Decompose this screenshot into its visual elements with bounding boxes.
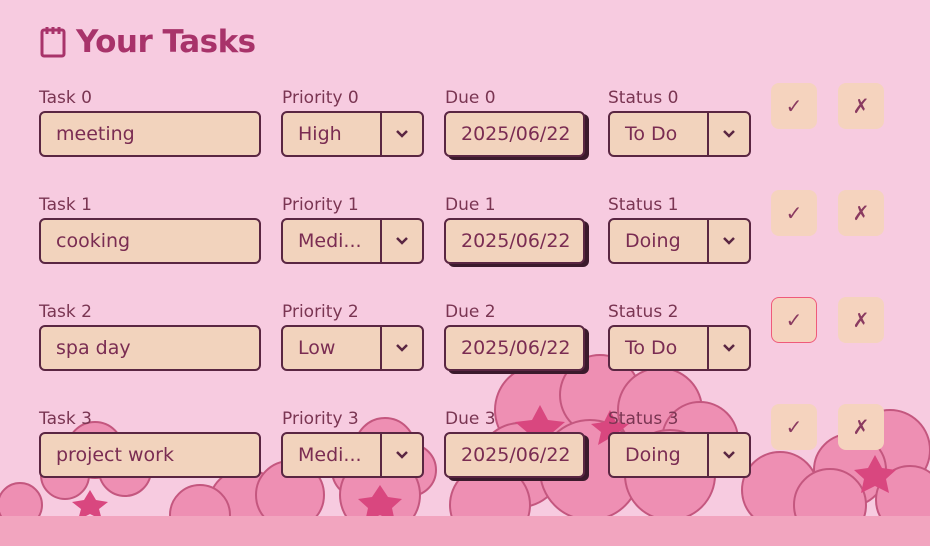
task-label: Task 2 xyxy=(39,302,92,322)
priority-label: Priority 2 xyxy=(282,302,359,322)
notepad-icon xyxy=(40,26,66,58)
task-panel: Your Tasks Task 0 Priority 0 Due 0 Statu… xyxy=(0,0,930,546)
priority-select[interactable]: Medi... xyxy=(281,218,424,264)
due-date-value: 2025/06/22 xyxy=(461,230,571,252)
task-input[interactable]: spa day xyxy=(39,325,261,371)
due-date-input[interactable]: 2025/06/22 xyxy=(444,325,585,371)
complete-button[interactable]: ✓ xyxy=(771,297,817,343)
task-input-value: meeting xyxy=(56,123,135,145)
status-select-value: Doing xyxy=(625,230,681,252)
due-label: Due 1 xyxy=(445,195,496,215)
task-input-value: spa day xyxy=(56,337,131,359)
chevron-down-icon[interactable] xyxy=(380,434,422,476)
status-select-value: Doing xyxy=(625,444,681,466)
complete-button[interactable]: ✓ xyxy=(771,83,817,129)
due-label: Due 3 xyxy=(445,409,496,429)
task-input-value: project work xyxy=(56,444,174,466)
priority-select[interactable]: Low xyxy=(281,325,424,371)
status-label: Status 0 xyxy=(608,88,679,108)
due-date-input[interactable]: 2025/06/22 xyxy=(444,218,585,264)
status-label: Status 1 xyxy=(608,195,679,215)
priority-select-value: Medi... xyxy=(298,230,362,252)
task-label: Task 0 xyxy=(39,88,92,108)
task-row: Task 3 Priority 3 Due 3 Status 3 project… xyxy=(0,404,930,509)
priority-label: Priority 0 xyxy=(282,88,359,108)
status-select[interactable]: Doing xyxy=(608,432,751,478)
task-row: Task 0 Priority 0 Due 0 Status 0 meeting… xyxy=(0,83,930,188)
delete-button[interactable]: ✗ xyxy=(838,83,884,129)
chevron-down-icon[interactable] xyxy=(380,327,422,369)
due-label: Due 0 xyxy=(445,88,496,108)
chevron-down-icon[interactable] xyxy=(707,327,749,369)
priority-select-value: Low xyxy=(298,337,336,359)
status-select[interactable]: To Do xyxy=(608,325,751,371)
complete-button[interactable]: ✓ xyxy=(771,190,817,236)
priority-select-value: High xyxy=(298,123,342,145)
task-row: Task 2 Priority 2 Due 2 Status 2 spa day… xyxy=(0,297,930,402)
task-row: Task 1 Priority 1 Due 1 Status 1 cooking… xyxy=(0,190,930,295)
task-label: Task 1 xyxy=(39,195,92,215)
status-label: Status 2 xyxy=(608,302,679,322)
priority-select[interactable]: High xyxy=(281,111,424,157)
task-input[interactable]: meeting xyxy=(39,111,261,157)
priority-select[interactable]: Medi... xyxy=(281,432,424,478)
task-input-value: cooking xyxy=(56,230,131,252)
chevron-down-icon[interactable] xyxy=(707,113,749,155)
status-select-value: To Do xyxy=(625,337,678,359)
chevron-down-icon[interactable] xyxy=(380,113,422,155)
task-input[interactable]: project work xyxy=(39,432,261,478)
page-title-text: Your Tasks xyxy=(76,24,256,60)
due-label: Due 2 xyxy=(445,302,496,322)
due-date-input[interactable]: 2025/06/22 xyxy=(444,432,585,478)
page-title: Your Tasks xyxy=(40,22,256,62)
priority-label: Priority 3 xyxy=(282,409,359,429)
due-date-value: 2025/06/22 xyxy=(461,444,571,466)
status-select-value: To Do xyxy=(625,123,678,145)
delete-button[interactable]: ✗ xyxy=(838,297,884,343)
delete-button[interactable]: ✗ xyxy=(838,404,884,450)
complete-button[interactable]: ✓ xyxy=(771,404,817,450)
priority-label: Priority 1 xyxy=(282,195,359,215)
delete-button[interactable]: ✗ xyxy=(838,190,884,236)
due-date-value: 2025/06/22 xyxy=(461,123,571,145)
priority-select-value: Medi... xyxy=(298,444,362,466)
status-select[interactable]: To Do xyxy=(608,111,751,157)
task-input[interactable]: cooking xyxy=(39,218,261,264)
chevron-down-icon[interactable] xyxy=(380,220,422,262)
due-date-input[interactable]: 2025/06/22 xyxy=(444,111,585,157)
status-select[interactable]: Doing xyxy=(608,218,751,264)
due-date-value: 2025/06/22 xyxy=(461,337,571,359)
task-label: Task 3 xyxy=(39,409,92,429)
status-label: Status 3 xyxy=(608,409,679,429)
chevron-down-icon[interactable] xyxy=(707,434,749,476)
chevron-down-icon[interactable] xyxy=(707,220,749,262)
